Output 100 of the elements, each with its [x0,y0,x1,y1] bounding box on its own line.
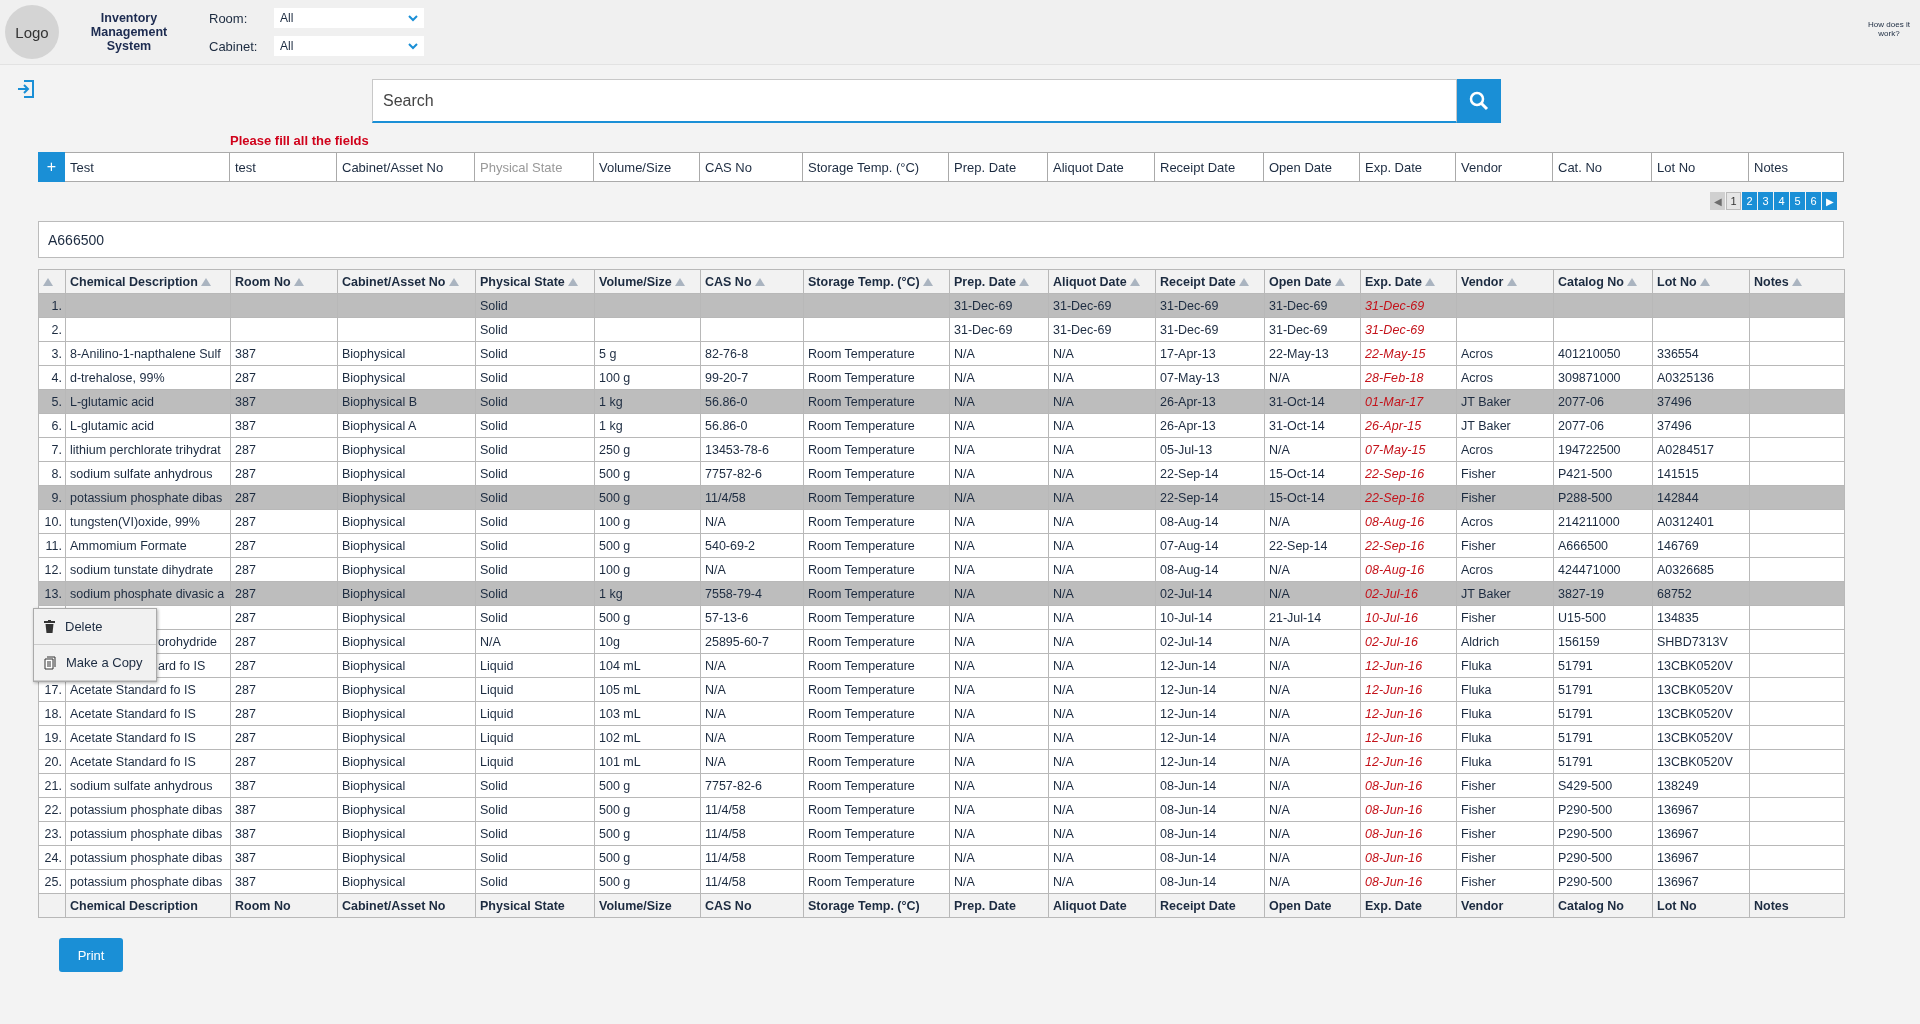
table-cell: 08-Jun-16 [1365,826,1423,841]
input-field[interactable]: Cat. No [1553,152,1652,182]
filter-dropdown[interactable]: All [274,8,424,28]
column-header[interactable]: Aliquot Date [1048,269,1156,294]
table-cell: 05-Jul-13 [1160,442,1213,457]
table-row[interactable]: 13. sodium phosphate divasic a 287 Biophysical Solid 1 kg 7558-79-4 Room Temperature N/A N/A 02-Jul-14 N/A 02-Jul-16 JT Baker 3827-19 68752 [38,581,1845,606]
input-field[interactable]: CAS No [700,152,803,182]
input-field[interactable]: Volume/Size [594,152,700,182]
logout-icon[interactable] [16,79,36,99]
input-field[interactable]: Aliquot Date [1048,152,1155,182]
table-cell: Solid [480,778,508,793]
table-row[interactable]: 22. potassium phosphate dibas 387 Biophysical Solid 500 g 11/4/58 Room Temperature N/A N/A 08-Jun-14 N/A 08-Jun-16 Fisher P290-500 136967 [38,797,1845,822]
input-field[interactable]: Exp. Date [1360,152,1456,182]
search-button[interactable] [1457,79,1501,123]
page-button[interactable]: 2 [1742,192,1757,210]
table-cell: 309871000 [1558,370,1621,385]
table-row[interactable]: 9. potassium phosphate dibas 287 Biophysical Solid 500 g 11/4/58 Room Temperature N/A N/A 22-Sep-14 15-Oct-14 22-Sep-16 Fisher P288-500 142844 [38,485,1845,510]
column-header[interactable]: Lot No [1652,269,1750,294]
table-row[interactable]: 19. Acetate Standard fo IS 287 Biophysical Liquid 102 mL N/A Room Temperature N/A N/A 12-Jun-14 N/A 12-Jun-16 Fluka 51791 13CBK0520V [38,725,1845,750]
input-field[interactable]: Notes [1749,152,1844,182]
column-header[interactable]: Volume/Size [594,269,701,294]
page-button[interactable]: 1 [1726,192,1741,210]
table-row[interactable]: 4. d-trehalose, 99% 287 Biophysical Solid 100 g 99-20-7 Room Temperature N/A N/A 07-May-13 N/A 28-Feb-18 Acros 309871000 A0325136 [38,365,1845,390]
column-header[interactable]: Physical State [475,269,595,294]
table-cell: 287 [235,610,256,625]
input-field[interactable]: Receipt Date [1155,152,1264,182]
input-field[interactable]: Open Date [1264,152,1360,182]
table-cell: N/A [954,874,975,889]
table-cell: 387 [235,346,256,361]
table-cell: N/A [1269,802,1290,817]
table-row[interactable]: 20. Acetate Standard fo IS 287 Biophysical Liquid 101 mL N/A Room Temperature N/A N/A 12-Jun-14 N/A 12-Jun-16 Fluka 51791 13CBK0520V [38,749,1845,774]
column-header[interactable]: Prep. Date [949,269,1049,294]
table-cell: N/A [1269,754,1290,769]
table-row[interactable]: 24. potassium phosphate dibas 387 Biophysical Solid 500 g 11/4/58 Room Temperature N/A N/A 08-Jun-14 N/A 08-Jun-16 Fisher P290-500 136967 [38,845,1845,870]
table-cell: Fluka [1461,706,1492,721]
input-field[interactable]: Vendor [1456,152,1553,182]
next-page-button[interactable]: ▶ [1822,192,1837,210]
table-row[interactable]: 2. Solid 31-Dec-69 31-Dec-69 31-Dec-69 31-Dec-69 31-Dec-69 [38,317,1845,342]
column-header[interactable]: Cabinet/Asset No [337,269,476,294]
column-header[interactable]: Storage Temp. (°C) [803,269,950,294]
table-cell: A666500 [1558,538,1609,553]
filter-dropdown[interactable]: All [274,36,424,56]
input-field[interactable]: Cabinet/Asset No [337,152,475,182]
table-row[interactable]: 25. potassium phosphate dibas 387 Biophysical Solid 500 g 11/4/58 Room Temperature N/A N/A 08-Jun-14 N/A 08-Jun-16 Fisher P290-500 136967 [38,869,1845,894]
table-row[interactable]: 10. tungsten(VI)oxide, 99% 287 Biophysical Solid 100 g N/A Room Temperature N/A N/A 08-Aug-14 N/A 08-Aug-16 Acros 214211000 A0312401 [38,509,1845,534]
page-button[interactable]: 3 [1758,192,1773,210]
page-button[interactable]: 5 [1790,192,1805,210]
table-row[interactable]: 3. 8-Anilino-1-napthalene Sulf 387 Biophysical Solid 5 g 82-76-8 Room Temperature N/A N/A 17-Apr-13 22-May-13 22-May-15 Acros 401210050 336554 [38,341,1845,366]
menu-item[interactable]: Delete [34,609,156,645]
table-row[interactable]: 12. sodium tunstate dihydrate 287 Biophysical Solid 100 g N/A Room Temperature N/A N/A 08-Aug-14 N/A 08-Aug-16 Acros 424471000 A0326685 [38,557,1845,582]
table-cell: 07-May-13 [1160,370,1220,385]
print-button[interactable]: Print [59,938,123,972]
column-header[interactable]: Catalog No [1553,269,1653,294]
table-row[interactable]: 7. lithium perchlorate trihydrat 287 Biophysical Solid 250 g 13453-78-6 Room Temperature N/A N/A 05-Jul-13 N/A 07-May-15 Acros 194722500 A0284517 [38,437,1845,462]
column-footer: Cabinet/Asset No [342,898,446,913]
column-header[interactable]: Chemical Description [65,269,231,294]
table-row[interactable]: 6. L-glutamic acid 387 Biophysical A Solid 1 kg 56.86-0 Room Temperature N/A N/A 26-Apr-13 31-Oct-14 26-Apr-15 JT Baker 2077-06 37496 [38,413,1845,438]
table-row[interactable]: 5. L-glutamic acid 387 Biophysical B Solid 1 kg 56.86-0 Room Temperature N/A N/A 26-Apr-13 31-Oct-14 01-Mar-17 JT Baker 2077-06 37496 [38,389,1845,414]
page-button[interactable]: 6 [1806,192,1821,210]
help-link[interactable]: How does it work? [1868,20,1910,38]
table-cell: 11/4/58 [705,802,746,817]
column-header[interactable]: CAS No [700,269,804,294]
table-cell: 68752 [1657,586,1692,601]
table-row[interactable]: 21. sodium sulfate anhydrous 387 Biophysical Solid 500 g 7757-82-6 Room Temperature N/A N/A 08-Jun-14 N/A 08-Jun-16 Fisher S429-500 138249 [38,773,1845,798]
table-cell: 387 [235,874,256,889]
column-header[interactable]: Receipt Date [1155,269,1265,294]
column-header[interactable]: Notes [1749,269,1845,294]
table-row[interactable]: 8. sodium sulfate anhydrous 287 Biophysical Solid 500 g 7757-82-6 Room Temperature N/A N/A 22-Sep-14 15-Oct-14 22-Sep-16 Fisher P421-500 141515 [38,461,1845,486]
filter-field[interactable]: A666500 [38,221,1844,258]
table-cell: Solid [480,490,508,505]
table-cell: 31-Dec-69 [1365,298,1425,313]
table-cell: 10g [599,634,620,649]
input-field[interactable]: Prep. Date [949,152,1048,182]
add-button[interactable]: + [38,152,65,182]
menu-item[interactable]: Make a Copy [34,645,156,681]
page-button[interactable]: 4 [1774,192,1789,210]
table-cell: Solid [480,298,508,313]
table-row[interactable]: 18. Acetate Standard fo IS 287 Biophysical Liquid 103 mL N/A Room Temperature N/A N/A 12-Jun-14 N/A 12-Jun-16 Fluka 51791 13CBK0520V [38,701,1845,726]
table-cell: Solid [480,514,508,529]
table-cell: 22-May-13 [1269,346,1329,361]
table-row[interactable]: 23. potassium phosphate dibas 387 Biophysical Solid 500 g 11/4/58 Room Temperature N/A N/A 08-Jun-14 N/A 08-Jun-16 Fisher P290-500 136967 [38,821,1845,846]
table-cell: JT Baker [1461,418,1511,433]
column-header[interactable]: Open Date [1264,269,1361,294]
table-row[interactable]: 11. Ammomium Formate 287 Biophysical Solid 500 g 540-69-2 Room Temperature N/A N/A 07-Aug-14 22-Sep-14 22-Sep-16 Fisher A666500 146769 [38,533,1845,558]
column-header[interactable]: Room No [230,269,338,294]
table-cell: 3827-19 [1558,586,1604,601]
input-field[interactable]: Lot No [1652,152,1749,182]
filter-label: Room: [209,10,249,26]
table-cell: N/A [1269,586,1290,601]
input-field[interactable]: test [230,152,337,182]
table-row[interactable]: 1. Solid 31-Dec-69 31-Dec-69 31-Dec-69 31-Dec-69 31-Dec-69 [38,293,1845,318]
column-header[interactable]: Exp. Date [1360,269,1457,294]
input-field[interactable]: Storage Temp. (°C) [803,152,949,182]
input-field[interactable]: Test [65,152,230,182]
table-cell: 500 g [599,490,631,505]
column-footer: Open Date [1269,898,1332,913]
table-cell: 02-Jul-14 [1160,586,1213,601]
search-field[interactable]: Search [372,79,1457,123]
column-header[interactable] [38,269,66,294]
column-header[interactable]: Vendor [1456,269,1554,294]
